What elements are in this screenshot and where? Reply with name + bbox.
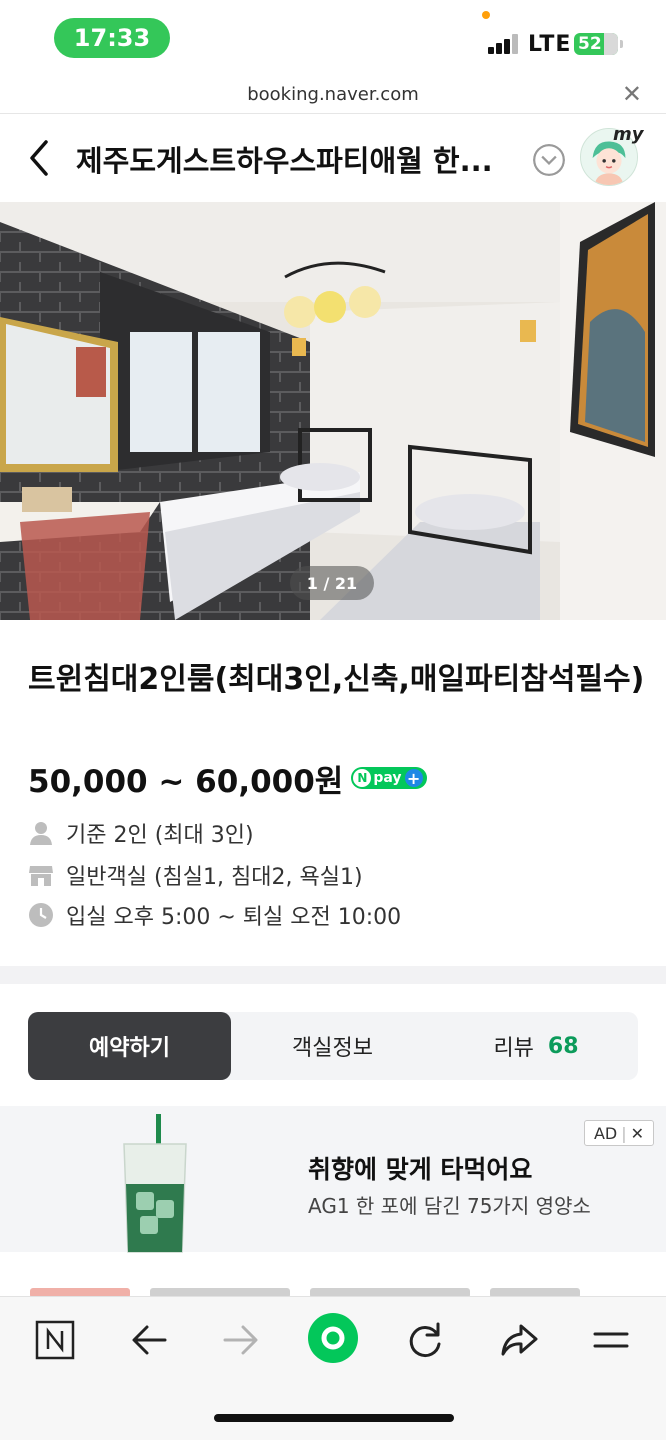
npay-badge: N pay + [351,767,427,789]
room-type-row: 일반객실 (침실1, 침대2, 욕실1) [28,858,363,892]
person-icon [30,822,52,845]
home-circle-icon[interactable] [306,1311,360,1365]
ad-subtitle: AG1 한 포에 담긴 75가지 영양소 [308,1194,591,1218]
ad-title: 취향에 맞게 타먹어요 [308,1155,533,1184]
menu-icon[interactable] [586,1315,636,1365]
url-bar: booking.naver.com ✕ [0,78,666,114]
tab-bar: 예약하기 객실정보 리뷰 68 [28,1012,638,1080]
back-chevron-icon[interactable] [24,138,58,178]
room-photo[interactable] [0,202,666,620]
naver-n-icon[interactable] [30,1315,80,1365]
my-label: my [613,124,644,145]
review-count: 68 [547,1033,579,1059]
ad-close-icon[interactable]: ✕ [631,1124,644,1143]
photo-counter: 1 / 21 [290,566,374,600]
room-price: 50,000 ~ 60,000원 [28,763,344,800]
capacity-row: 기준 2인 (최대 3인) [28,816,254,850]
clock-icon [29,903,53,927]
npay-label: pay [373,770,402,786]
forward-arrow-icon[interactable] [216,1315,266,1365]
refresh-icon[interactable] [400,1315,450,1365]
store-icon [29,866,53,886]
close-icon[interactable]: ✕ [622,80,642,108]
url-text[interactable]: booking.naver.com [0,84,666,105]
ad-product-image [123,1114,187,1253]
tab-room-info[interactable]: 객실정보 [231,1012,434,1080]
price-row: 50,000 ~ 60,000원 N pay + [28,758,427,800]
battery-level: 52 [578,34,602,54]
ad-badge[interactable]: AD | ✕ [584,1120,654,1146]
room-photo-illustration [0,202,666,620]
chevron-down-icon[interactable] [533,144,565,176]
npay-n-icon: N [353,769,372,787]
room-type-text: 일반객실 (침실1, 침대2, 욕실1) [66,865,363,890]
share-icon[interactable] [494,1315,544,1365]
tab-review[interactable]: 리뷰 68 [434,1012,638,1080]
page-header: 제주도게스트하우스파티애월 한... [0,114,666,202]
page-title: 제주도게스트하우스파티애월 한... [76,144,493,178]
network-label: LTE [528,32,572,57]
room-title: 트윈침대2인룸(최대3인,신축,매일파티참석필수) [28,662,645,697]
status-time[interactable]: 17:33 [54,18,170,58]
status-bar: 17:33 LTE 52 [0,0,666,78]
battery-icon: 52 [574,33,623,55]
checkin-text: 입실 오후 5:00 ~ 퇴실 오전 10:00 [66,905,402,930]
privacy-indicator-dot [482,11,490,19]
checkin-row: 입실 오후 5:00 ~ 퇴실 오전 10:00 [28,898,401,932]
back-arrow-icon[interactable] [124,1315,174,1365]
tab-review-label: 리뷰 [493,1036,534,1061]
plus-icon: + [404,769,423,788]
tab-reserve[interactable]: 예약하기 [28,1012,231,1080]
ad-label: AD [593,1123,618,1143]
section-divider [0,966,666,984]
capacity-text: 기준 2인 (최대 3인) [66,823,254,848]
home-indicator [214,1414,454,1422]
signal-icon [488,34,520,54]
